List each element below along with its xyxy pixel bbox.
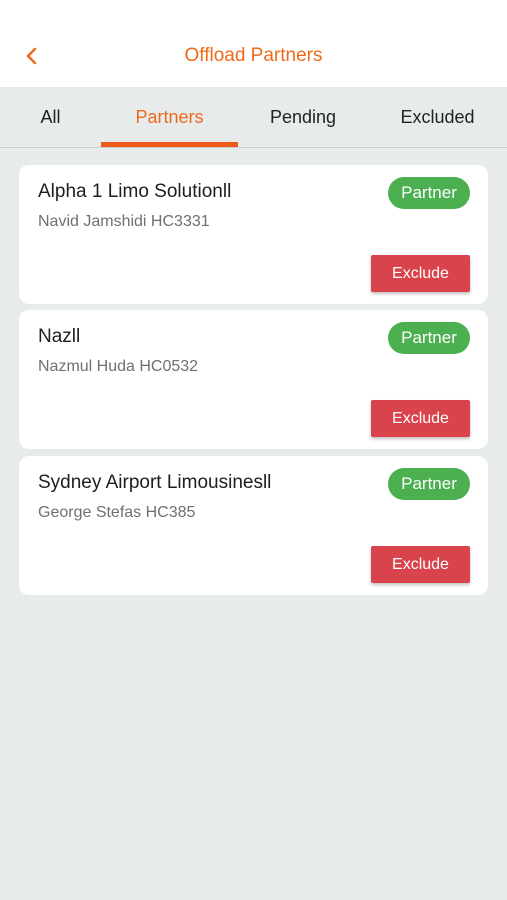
page-title: Offload Partners <box>184 45 323 66</box>
tab-pending[interactable]: Pending <box>238 87 368 147</box>
partner-card: Alpha 1 Limo Solutionll Navid Jamshidi H… <box>19 165 488 304</box>
status-badge: Partner <box>388 177 470 209</box>
tab-excluded[interactable]: Excluded <box>368 87 507 147</box>
app-header: Offload Partners <box>0 0 507 87</box>
exclude-button[interactable]: Exclude <box>371 255 470 292</box>
partner-contact: Nazmul Huda HC0532 <box>38 358 199 375</box>
partner-contact: George Stefas HC385 <box>38 504 196 521</box>
tab-partners[interactable]: Partners <box>101 87 238 147</box>
status-badge: Partner <box>388 322 470 354</box>
partner-name: Nazll <box>38 326 81 347</box>
partner-card: Nazll Nazmul Huda HC0532 Partner Exclude <box>19 310 488 449</box>
tab-bar: All Partners Pending Excluded <box>0 87 507 148</box>
active-tab-indicator <box>101 142 238 147</box>
exclude-button[interactable]: Exclude <box>371 400 470 437</box>
partner-card: Sydney Airport Limousinesll George Stefa… <box>19 456 488 595</box>
status-badge: Partner <box>388 468 470 500</box>
partner-name: Sydney Airport Limousinesll <box>38 472 272 493</box>
partner-name: Alpha 1 Limo Solutionll <box>38 181 232 202</box>
exclude-button[interactable]: Exclude <box>371 546 470 583</box>
partner-contact: Navid Jamshidi HC3331 <box>38 213 210 230</box>
tab-all[interactable]: All <box>0 87 101 147</box>
